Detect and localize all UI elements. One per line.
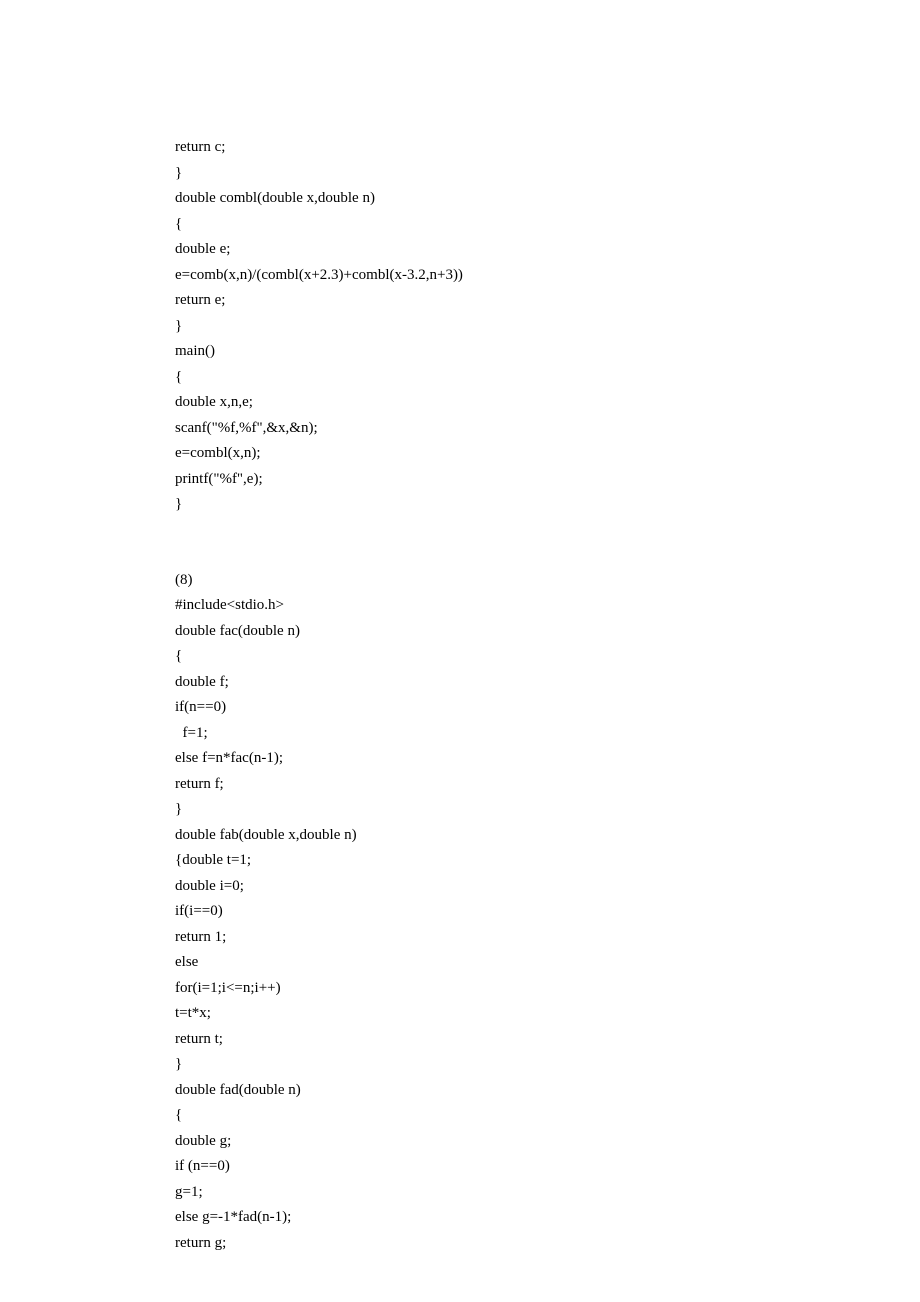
- code-block-2: (8) #include<stdio.h> double fac(double …: [175, 568, 920, 1257]
- section-gap: [175, 518, 920, 568]
- document-page: return c; } double combl(double x,double…: [0, 0, 920, 1302]
- code-block-1: return c; } double combl(double x,double…: [175, 135, 920, 518]
